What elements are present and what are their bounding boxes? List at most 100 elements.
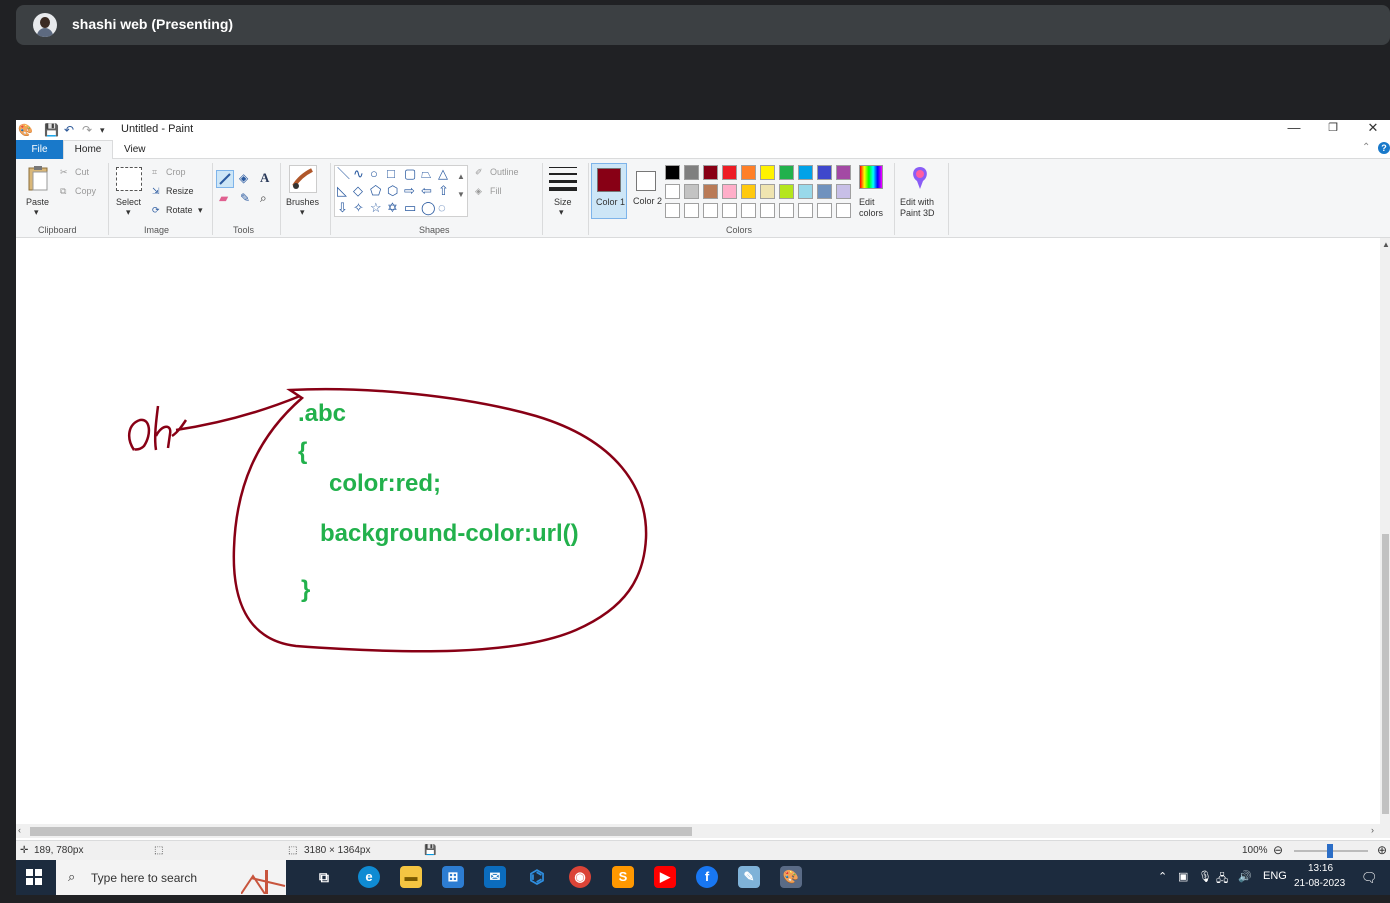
magnifier-tool-icon[interactable]: ⌕ (260, 191, 267, 206)
select-dropdown-icon[interactable]: ▾ (126, 207, 131, 218)
help-icon[interactable]: ? (1378, 142, 1390, 154)
palette-swatch[interactable] (665, 184, 680, 199)
notifications-icon[interactable]: 🗨 (1361, 870, 1378, 886)
pencil-tool[interactable] (216, 170, 234, 188)
volume-icon[interactable]: 🔊 (1238, 870, 1252, 883)
palette-swatch[interactable] (684, 184, 699, 199)
zoom-out-icon[interactable]: ⊖ (1273, 843, 1283, 857)
palette-swatch[interactable] (779, 184, 794, 199)
scroll-up-icon[interactable]: ▲ (1382, 240, 1390, 249)
youtube-icon[interactable]: ▶ (654, 866, 676, 888)
palette-swatch[interactable] (722, 184, 737, 199)
tab-home[interactable]: Home (63, 140, 113, 160)
paint3d-icon[interactable] (908, 165, 932, 191)
language-indicator[interactable]: ENG (1263, 870, 1287, 882)
palette-swatch[interactable] (779, 203, 794, 218)
horizontal-scrollbar[interactable]: ‹ › (16, 824, 1390, 838)
save-icon[interactable]: 💾 (44, 123, 59, 137)
clock-time[interactable]: 13:16 (1308, 863, 1333, 874)
resize-button[interactable]: Resize (166, 186, 194, 196)
facebook-icon[interactable]: f (696, 866, 718, 888)
palette-swatch[interactable] (836, 184, 851, 199)
paste-dropdown-icon[interactable]: ▾ (34, 207, 39, 218)
sublime-icon[interactable]: S (612, 866, 634, 888)
palette-swatch[interactable] (760, 165, 775, 180)
tab-view[interactable]: View (124, 140, 146, 159)
palette-swatch[interactable] (760, 184, 775, 199)
close-button[interactable]: ✕ (1353, 120, 1390, 138)
brushes-dropdown-icon[interactable]: ▾ (300, 207, 305, 218)
zoom-in-icon[interactable]: ⊕ (1377, 843, 1387, 857)
color-picker-tool-icon[interactable]: ✎ (240, 191, 250, 205)
color2-button[interactable]: Color 2 (630, 163, 666, 219)
shapes-gallery[interactable]: ＼ ∿ ○ □ ▢ ⏢ △ ◺ ◇ ⬠ ⬡ ⇨ ⇦ ⇧ ⇩ ✧ ☆ ✡ ▭ ◯ … (334, 165, 468, 217)
palette-swatch[interactable] (665, 203, 680, 218)
palette-swatch[interactable] (741, 203, 756, 218)
resize-icon[interactable]: ⇲ (152, 186, 160, 197)
rotate-button[interactable]: Rotate (166, 205, 193, 215)
fill-tool-icon[interactable]: ◈ (239, 171, 248, 185)
outline-button[interactable]: Outline (490, 167, 519, 177)
scroll-right-icon[interactable]: › (1371, 825, 1374, 835)
meet-icon[interactable]: ▣ (1178, 870, 1188, 883)
scroll-left-icon[interactable]: ‹ (18, 825, 21, 835)
chrome-icon[interactable]: ◉ (569, 866, 591, 888)
palette-swatch[interactable] (817, 165, 832, 180)
palette-swatch[interactable] (836, 203, 851, 218)
copy-button[interactable]: Copy (75, 186, 96, 196)
edge-icon[interactable]: e (358, 866, 380, 888)
crop-button[interactable]: Crop (166, 167, 186, 177)
vertical-scrollbar[interactable]: ▲ (1380, 238, 1390, 824)
mail-icon[interactable]: ✉ (484, 866, 506, 888)
palette-swatch[interactable] (703, 184, 718, 199)
palette-swatch[interactable] (836, 165, 851, 180)
paste-button[interactable] (26, 165, 50, 193)
select-button[interactable] (116, 167, 142, 191)
rotate-icon[interactable]: ⟳ (152, 205, 160, 216)
brushes-button[interactable] (289, 165, 317, 193)
edit-with-paint3d-button[interactable]: Edit with Paint 3D (900, 197, 944, 219)
collapse-ribbon-icon[interactable]: ⌃ (1362, 142, 1370, 153)
palette-swatch[interactable] (684, 165, 699, 180)
palette-swatch[interactable] (703, 165, 718, 180)
edit-colors-button[interactable]: Edit colors (859, 197, 885, 219)
taskbar-search[interactable]: ⌕ Type here to search (56, 860, 286, 895)
cut-icon[interactable]: ✂ (60, 167, 68, 178)
color-palette[interactable] (665, 165, 857, 221)
undo-icon[interactable]: ↶ (64, 123, 74, 137)
store-icon[interactable]: ⊞ (442, 866, 464, 888)
redo-icon[interactable]: ↷ (82, 123, 92, 137)
eraser-tool-icon[interactable]: ▰ (219, 191, 228, 205)
paint-app-icon[interactable]: 🎨 (18, 123, 33, 137)
restore-button[interactable]: ❐ (1313, 120, 1353, 138)
palette-swatch[interactable] (722, 203, 737, 218)
start-button[interactable] (26, 869, 42, 885)
palette-swatch[interactable] (741, 165, 756, 180)
palette-swatch[interactable] (665, 165, 680, 180)
fill-icon[interactable]: ◈ (475, 186, 482, 197)
file-explorer-icon[interactable]: ▬ (400, 866, 422, 888)
outline-icon[interactable]: ✐ (475, 167, 483, 178)
network-icon[interactable]: 🖧 (1216, 870, 1228, 889)
palette-swatch[interactable] (817, 203, 832, 218)
palette-swatch[interactable] (741, 184, 756, 199)
clock-date[interactable]: 21-08-2023 (1294, 878, 1345, 889)
palette-swatch[interactable] (760, 203, 775, 218)
tab-file[interactable]: File (16, 140, 63, 159)
copy-icon[interactable]: ⧉ (60, 186, 66, 197)
rotate-dropdown-icon[interactable]: ▾ (198, 205, 203, 216)
zoom-slider-thumb[interactable] (1327, 844, 1333, 858)
show-hidden-icons[interactable]: ⌃ (1158, 870, 1167, 883)
palette-swatch[interactable] (722, 165, 737, 180)
minimize-button[interactable]: — (1274, 120, 1314, 138)
palette-swatch[interactable] (817, 184, 832, 199)
paint-taskbar-icon[interactable]: 🎨 (780, 866, 802, 888)
palette-swatch[interactable] (703, 203, 718, 218)
cut-button[interactable]: Cut (75, 167, 89, 177)
crop-icon[interactable]: ⌗ (152, 167, 157, 178)
vertical-scroll-thumb[interactable] (1382, 534, 1389, 814)
palette-swatch[interactable] (684, 203, 699, 218)
vscode-icon[interactable]: ⌬ (526, 866, 548, 888)
edit-colors-icon[interactable] (859, 165, 883, 189)
palette-swatch[interactable] (779, 165, 794, 180)
